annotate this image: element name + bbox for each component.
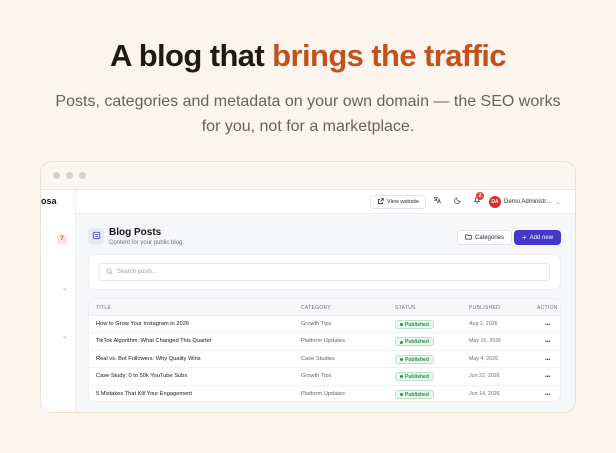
folder-icon — [465, 234, 472, 242]
topbar: View website 2 DA Demo Administr… ⌄ — [76, 190, 575, 214]
hero-subtitle-line1: Posts, categories and metadata on your o… — [55, 93, 561, 110]
hero-title-main: A blog that — [110, 38, 273, 73]
status-dot-icon — [400, 323, 403, 327]
sidebar: osa 7 ⌄ ⌄ — [41, 190, 76, 412]
post-title[interactable]: Case Study: 0 to 50k YouTube Subs — [96, 373, 187, 379]
column-action: ACTION — [537, 305, 558, 311]
main-content: Blog Posts Content for your public blog.… — [76, 214, 575, 412]
page-title: Blog Posts — [109, 227, 162, 238]
search-placeholder: Search posts... — [117, 269, 158, 275]
post-title[interactable]: TikTok Algorithm: What Changed This Quar… — [96, 338, 212, 344]
chevron-down-icon: ⌄ — [555, 199, 561, 206]
notification-badge: 2 — [476, 192, 484, 200]
view-website-label: View website — [387, 199, 419, 205]
more-actions-icon[interactable]: ••• — [545, 392, 550, 398]
window-chrome — [41, 162, 575, 190]
add-new-button[interactable]: + Add new — [514, 230, 562, 245]
user-name: Demo Administr… — [504, 199, 553, 205]
more-actions-icon[interactable]: ••• — [545, 374, 550, 380]
table-row[interactable]: How to Grow Your Instagram in 2026 Growth… — [89, 316, 560, 334]
post-published-date: May 4, 2026 — [469, 355, 499, 362]
moon-icon[interactable] — [454, 196, 462, 206]
status-dot-icon — [400, 375, 403, 379]
window-dot-minimize[interactable] — [66, 172, 73, 179]
post-title[interactable]: How to Grow Your Instagram in 2026 — [96, 321, 189, 327]
browser-window: osa 7 ⌄ ⌄ View website 2 DA Demo Adminis… — [40, 161, 576, 413]
post-category: Growth Tips — [301, 321, 332, 327]
posts-table: TITLE CATEGORY STATUS PUBLISHED ACTION H… — [88, 298, 561, 402]
post-title[interactable]: Real vs. Bot Followers: Why Quality Wins — [96, 356, 201, 362]
search-input[interactable]: Search posts... — [99, 263, 550, 281]
post-category: Platform Updates — [301, 390, 345, 397]
brand-logo[interactable]: osa — [41, 196, 57, 206]
more-actions-icon[interactable]: ••• — [545, 322, 550, 328]
page-subtitle: Content for your public blog. — [109, 240, 185, 246]
window-dot-maximize[interactable] — [79, 172, 86, 179]
search-card: Search posts... — [88, 254, 561, 290]
view-website-button[interactable]: View website — [370, 195, 426, 209]
chevron-down-icon[interactable]: ⌄ — [62, 284, 68, 292]
document-icon — [88, 228, 104, 244]
chevron-down-icon[interactable]: ⌄ — [62, 332, 68, 340]
status-dot-icon — [400, 392, 403, 396]
post-published-date: May 15, 2026 — [469, 338, 502, 345]
plus-icon: + — [522, 232, 527, 242]
more-actions-icon[interactable]: ••• — [545, 339, 550, 345]
post-category: Case Studies — [301, 355, 335, 362]
table-row[interactable]: Case Study: 0 to 50k YouTube Subs Growth … — [89, 368, 560, 386]
status-badge: Published — [395, 354, 434, 364]
categories-button[interactable]: Categories — [457, 230, 513, 245]
table-row[interactable]: TikTok Algorithm: What Changed This Quar… — [89, 333, 560, 351]
column-published[interactable]: PUBLISHED — [469, 305, 500, 311]
post-published-date: Jun 22, 2026 — [469, 373, 500, 380]
status-dot-icon — [400, 357, 403, 361]
hero-title-accent: brings the traffic — [272, 38, 506, 73]
table-body: How to Grow Your Instagram in 2026 Growth… — [89, 316, 560, 401]
status-badge: Published — [395, 337, 434, 347]
hero-title: A blog that brings the traffic — [0, 38, 616, 74]
post-published-date: Jun 14, 2026 — [469, 390, 500, 397]
sidebar-count-badge: 7 — [57, 235, 67, 244]
translate-icon[interactable] — [433, 196, 441, 206]
hero-subtitle: Posts, categories and metadata on your o… — [40, 89, 576, 139]
more-actions-icon[interactable]: ••• — [545, 357, 550, 363]
window-dot-close[interactable] — [53, 172, 60, 179]
table-row[interactable]: Real vs. Bot Followers: Why Quality Wins… — [89, 351, 560, 369]
status-dot-icon — [400, 340, 403, 344]
column-title[interactable]: TITLE — [96, 305, 111, 311]
column-category[interactable]: CATEGORY — [301, 305, 331, 311]
table-header: TITLE CATEGORY STATUS PUBLISHED ACTION — [89, 299, 560, 316]
search-icon — [106, 268, 113, 277]
post-title[interactable]: 5 Mistakes That Kill Your Engagement — [96, 391, 192, 397]
column-status[interactable]: STATUS — [395, 305, 416, 311]
admin-app: osa 7 ⌄ ⌄ View website 2 DA Demo Adminis… — [41, 190, 575, 412]
user-menu[interactable]: DA Demo Administr… ⌄ — [489, 194, 575, 210]
table-row[interactable]: 5 Mistakes That Kill Your Engagement Plat… — [89, 386, 560, 401]
status-badge: Published — [395, 389, 434, 399]
hero-subtitle-line2: for you, not for a marketplace. — [201, 118, 415, 135]
post-published-date: Aug 1, 2026 — [469, 321, 498, 327]
post-category: Growth Tips — [301, 373, 332, 380]
avatar: DA — [489, 196, 501, 208]
post-category: Platform Updates — [301, 338, 345, 345]
categories-label: Categories — [475, 234, 505, 241]
status-badge: Published — [395, 372, 434, 382]
external-link-icon — [377, 197, 384, 207]
status-badge: Published — [395, 320, 434, 329]
add-new-label: Add new — [529, 234, 554, 241]
